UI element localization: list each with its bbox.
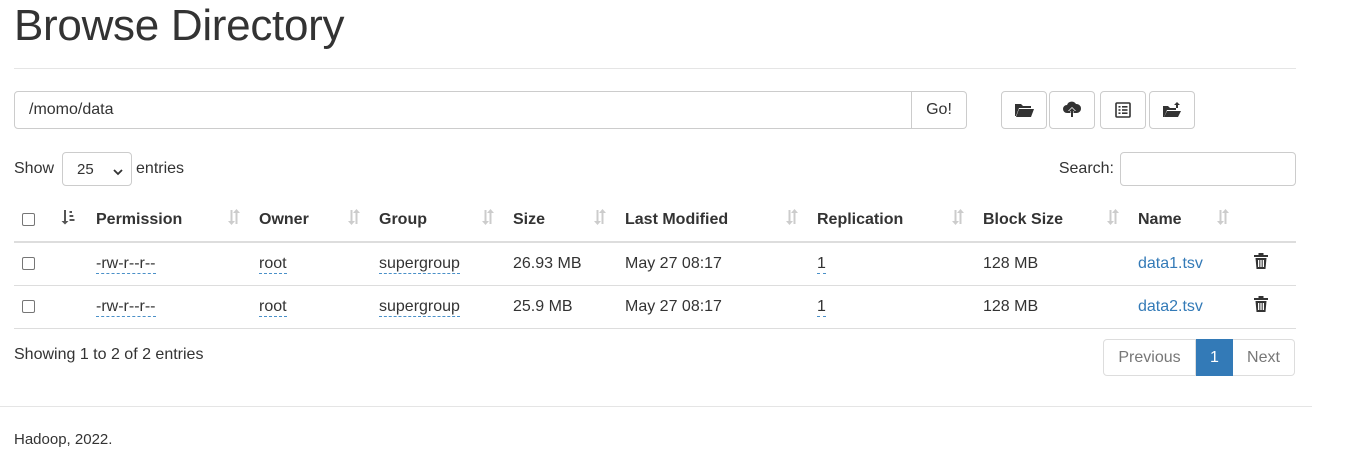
file-name-link[interactable]: data1.tsv — [1138, 255, 1203, 272]
path-bar: Go! — [14, 91, 967, 129]
file-name-link[interactable]: data2.tsv — [1138, 298, 1203, 315]
entries-length-control: Show 25 entries — [14, 152, 184, 186]
sort-icon — [1216, 209, 1230, 230]
search-control: Search: — [1059, 152, 1296, 186]
permission-cell: -rw-r--r-- — [88, 242, 251, 286]
select-all-cell — [14, 198, 56, 243]
replication-editable[interactable]: 1 — [817, 297, 826, 317]
trash-icon[interactable] — [1254, 253, 1268, 274]
type-sort-header[interactable] — [56, 198, 88, 243]
block-size-header-label: Block Size — [983, 210, 1064, 228]
permission-editable[interactable]: -rw-r--r-- — [96, 297, 156, 317]
go-button[interactable]: Go! — [912, 91, 967, 129]
file-table: Permission Owner Group Size Last Modifie… — [14, 198, 1296, 329]
select-all-checkbox[interactable] — [22, 212, 35, 226]
owner-editable[interactable]: root — [259, 254, 287, 274]
footer-divider — [0, 406, 1312, 407]
replication-cell: 1 — [809, 285, 975, 329]
sort-icon — [785, 209, 799, 230]
group-cell: supergroup — [371, 285, 505, 329]
group-header-label: Group — [379, 210, 427, 228]
permission-column-header[interactable]: Permission — [88, 198, 251, 243]
title-divider — [14, 68, 1296, 69]
replication-cell: 1 — [809, 242, 975, 286]
upload-button[interactable] — [1049, 91, 1095, 129]
entries-label: entries — [136, 160, 185, 177]
group-column-header[interactable]: Group — [371, 198, 505, 243]
create-directory-button[interactable] — [1001, 91, 1047, 129]
next-page-button[interactable]: Next — [1233, 339, 1295, 376]
size-column-header[interactable]: Size — [505, 198, 617, 243]
permission-cell: -rw-r--r-- — [88, 285, 251, 329]
sort-icon — [227, 209, 241, 230]
table-header-row: Permission Owner Group Size Last Modifie… — [14, 198, 1296, 243]
page-title: Browse Directory — [14, 1, 345, 50]
cloud-upload-icon — [1062, 101, 1082, 119]
folder-upload-icon — [1162, 102, 1182, 118]
size-cell: 26.93 MB — [505, 242, 617, 286]
last-modified-column-header[interactable]: Last Modified — [617, 198, 809, 243]
move-button[interactable] — [1149, 91, 1195, 129]
folder-open-icon — [1014, 102, 1034, 118]
last-modified-cell: May 27 08:17 — [617, 285, 809, 329]
group-editable[interactable]: supergroup — [379, 254, 460, 274]
replication-editable[interactable]: 1 — [817, 254, 826, 274]
table-row: -rw-r--r-- root supergroup 26.93 MB May … — [14, 242, 1296, 286]
owner-cell: root — [251, 285, 371, 329]
group-cell: supergroup — [371, 242, 505, 286]
permission-editable[interactable]: -rw-r--r-- — [96, 254, 156, 274]
sort-icon — [347, 209, 361, 230]
sort-icon — [951, 209, 965, 230]
show-label: Show — [14, 160, 55, 177]
group-editable[interactable]: supergroup — [379, 297, 460, 317]
entries-selected-value: 25 — [77, 160, 94, 178]
trash-icon[interactable] — [1254, 296, 1268, 317]
sort-icon — [593, 209, 607, 230]
page-1-button[interactable]: 1 — [1196, 339, 1233, 376]
owner-header-label: Owner — [259, 210, 309, 228]
replication-column-header[interactable]: Replication — [809, 198, 975, 243]
last-modified-header-label: Last Modified — [625, 210, 729, 228]
entries-per-page-select[interactable]: 25 — [62, 152, 133, 186]
footer-text: Hadoop, 2022. — [14, 431, 113, 448]
list-alt-icon — [1115, 102, 1131, 118]
row-select-cell — [14, 242, 56, 286]
name-column-header[interactable]: Name — [1130, 198, 1240, 243]
search-label: Search: — [1058, 160, 1114, 177]
row-type-cell — [56, 285, 88, 329]
last-modified-cell: May 27 08:17 — [617, 242, 809, 286]
block-size-cell: 128 MB — [975, 242, 1130, 286]
actions-column-header — [1240, 198, 1296, 243]
row-select-cell — [14, 285, 56, 329]
table-row: -rw-r--r-- root supergroup 25.9 MB May 2… — [14, 285, 1296, 329]
permission-header-label: Permission — [96, 210, 183, 228]
table-info: Showing 1 to 2 of 2 entries — [14, 346, 204, 363]
name-header-label: Name — [1138, 210, 1182, 228]
row-type-cell — [56, 242, 88, 286]
row-checkbox[interactable] — [22, 299, 35, 313]
row-checkbox[interactable] — [22, 257, 35, 271]
name-cell: data2.tsv — [1130, 285, 1240, 329]
name-cell: data1.tsv — [1130, 242, 1240, 286]
owner-editable[interactable]: root — [259, 297, 287, 317]
replication-header-label: Replication — [817, 210, 904, 228]
block-size-column-header[interactable]: Block Size — [975, 198, 1130, 243]
sort-icon — [481, 209, 495, 230]
sort-amount-icon — [60, 209, 76, 230]
delete-cell — [1240, 242, 1296, 286]
block-size-cell: 128 MB — [975, 285, 1130, 329]
directory-path-input[interactable] — [14, 91, 912, 129]
owner-column-header[interactable]: Owner — [251, 198, 371, 243]
search-input[interactable] — [1120, 152, 1296, 186]
delete-cell — [1240, 285, 1296, 329]
size-header-label: Size — [513, 210, 546, 228]
previous-page-button[interactable]: Previous — [1103, 339, 1196, 376]
chevron-down-icon — [113, 164, 123, 181]
size-cell: 25.9 MB — [505, 285, 617, 329]
pagination: Previous 1 Next — [1103, 339, 1295, 376]
owner-cell: root — [251, 242, 371, 286]
sort-icon — [1106, 209, 1120, 230]
cut-paste-button[interactable] — [1100, 91, 1146, 129]
